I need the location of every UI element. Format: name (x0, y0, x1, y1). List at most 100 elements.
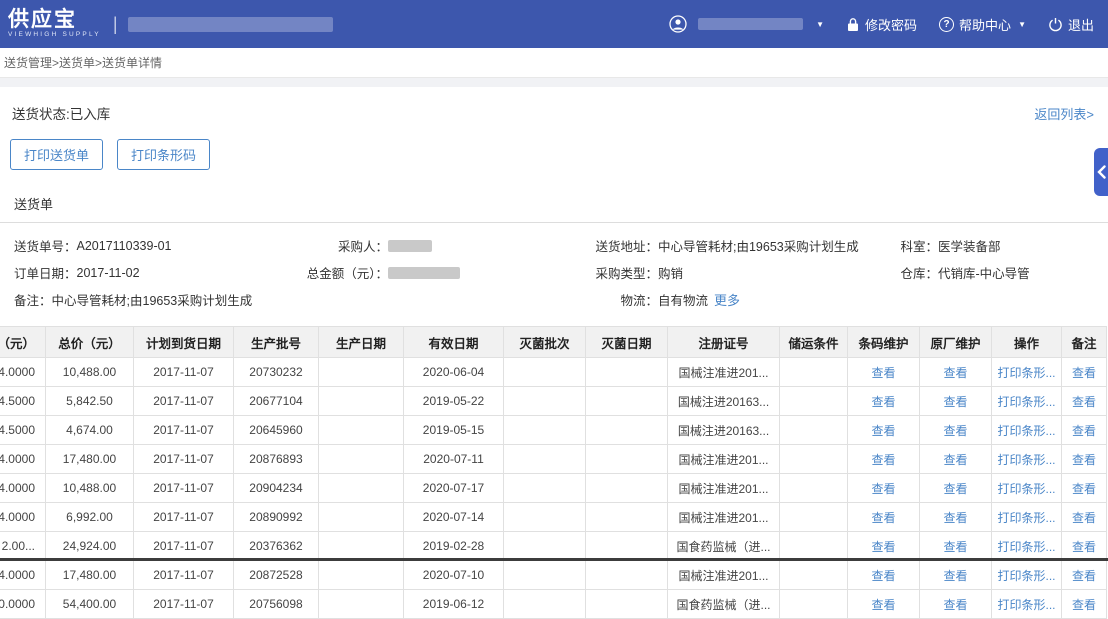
table-cell: 2017-11-07 (134, 532, 234, 561)
logo-subtext: VIEWHIGH SUPPLY (8, 32, 101, 39)
help-center-menu[interactable]: ? 帮助中心 ▼ (939, 15, 1026, 34)
table-cell (780, 445, 848, 474)
barcode-view-link[interactable]: 查看 (871, 569, 895, 583)
table-cell: 10,488.00 (46, 358, 134, 387)
barcode-view-link[interactable]: 查看 (871, 482, 895, 496)
factory-view-link[interactable]: 查看 (943, 424, 967, 438)
print-barcode-link[interactable]: 打印条形... (997, 569, 1055, 583)
remark-view-link[interactable]: 查看 (1072, 482, 1096, 496)
factory-view-link[interactable]: 查看 (943, 511, 967, 525)
change-password-label: 修改密码 (865, 15, 917, 34)
factory-view-link[interactable]: 查看 (943, 453, 967, 467)
print-delivery-note-button[interactable]: 打印送货单 (10, 139, 103, 170)
address-field: 送货地址： 中心导管耗材;由19653采购计划生成 (586, 236, 886, 255)
breadcrumb[interactable]: 送货管理>送货单>送货单详情 (4, 54, 162, 71)
empty-cell (286, 290, 586, 309)
table-cell: 打印条形... (992, 532, 1062, 561)
user-menu[interactable]: ▼ (669, 15, 824, 33)
warehouse-label: 仓库： (886, 263, 938, 282)
print-barcode-link[interactable]: 打印条形... (997, 511, 1055, 525)
table-cell: 4.5000 (0, 387, 46, 416)
print-barcode-link[interactable]: 打印条形... (997, 453, 1055, 467)
total-amount-label: 总金额（元）： (286, 263, 388, 282)
factory-view-link[interactable]: 查看 (943, 366, 967, 380)
table-row: 4.00006,992.002017-11-07208909922020-07-… (0, 503, 1107, 532)
table-cell: 查看 (1062, 503, 1107, 532)
remark-view-link[interactable]: 查看 (1072, 395, 1096, 409)
column-header: 储运条件 (780, 327, 848, 358)
change-password-button[interactable]: 修改密码 (846, 15, 917, 34)
chevron-down-icon: ▼ (1018, 20, 1026, 29)
remark-view-link[interactable]: 查看 (1072, 540, 1096, 554)
warehouse-field: 仓库： 代销库-中心导管 (886, 263, 1108, 282)
print-barcode-button[interactable]: 打印条形码 (117, 139, 210, 170)
table-cell (504, 590, 586, 619)
barcode-view-link[interactable]: 查看 (871, 424, 895, 438)
barcode-view-link[interactable]: 查看 (871, 366, 895, 380)
table-cell (319, 416, 404, 445)
factory-view-link[interactable]: 查看 (943, 598, 967, 612)
table-cell (319, 474, 404, 503)
table-cell: 4,674.00 (46, 416, 134, 445)
remark-view-link[interactable]: 查看 (1072, 453, 1096, 467)
purchaser-redacted (388, 240, 432, 252)
print-barcode-link[interactable]: 打印条形... (997, 395, 1055, 409)
remark-value: 中心导管耗材;由19653采购计划生成 (52, 290, 253, 309)
print-barcode-link[interactable]: 打印条形... (997, 540, 1055, 554)
address-label: 送货地址： (586, 236, 658, 255)
table-cell (319, 503, 404, 532)
remark-view-link[interactable]: 查看 (1072, 598, 1096, 612)
department-field: 科室： 医学装备部 (886, 236, 1108, 255)
table-cell: 打印条形... (992, 445, 1062, 474)
print-barcode-link[interactable]: 打印条形... (997, 424, 1055, 438)
table-row: 4.000017,480.002017-11-07208768932020-07… (0, 445, 1107, 474)
address-value: 中心导管耗材;由19653采购计划生成 (658, 236, 859, 255)
total-amount-field: 总金额（元）： (286, 263, 586, 282)
table-cell (586, 387, 668, 416)
table-cell: 查看 (848, 416, 920, 445)
table-cell: 打印条形... (992, 416, 1062, 445)
table-cell (780, 474, 848, 503)
column-header: 原厂维护 (920, 327, 992, 358)
table-cell (586, 590, 668, 619)
logistics-more-link[interactable]: 更多 (714, 290, 740, 309)
table-cell: 2020-07-17 (404, 474, 504, 503)
table-cell: 20730232 (234, 358, 319, 387)
factory-view-link[interactable]: 查看 (943, 482, 967, 496)
table-cell: 20376362 (234, 532, 319, 561)
remark-view-link[interactable]: 查看 (1072, 424, 1096, 438)
barcode-view-link[interactable]: 查看 (871, 453, 895, 467)
print-barcode-link[interactable]: 打印条形... (997, 366, 1055, 380)
remark-view-link[interactable]: 查看 (1072, 569, 1096, 583)
print-barcode-link[interactable]: 打印条形... (997, 482, 1055, 496)
breadcrumb-bar: 送货管理>送货单>送货单详情 (0, 48, 1108, 78)
table-cell: 查看 (920, 358, 992, 387)
table-cell: 17,480.00 (46, 445, 134, 474)
remark-view-link[interactable]: 查看 (1072, 366, 1096, 380)
remark-field: 备注： 中心导管耗材;由19653采购计划生成 (14, 290, 286, 309)
collapse-panel-toggle[interactable] (1094, 148, 1108, 196)
barcode-view-link[interactable]: 查看 (871, 540, 895, 554)
table-cell: 打印条形... (992, 503, 1062, 532)
table-cell: 20876893 (234, 445, 319, 474)
logout-button[interactable]: 退出 (1048, 15, 1094, 34)
back-to-list-link[interactable]: 返回列表> (1034, 104, 1094, 123)
table-row: 4.000017,480.002017-11-07208725282020-07… (0, 561, 1107, 590)
factory-view-link[interactable]: 查看 (943, 540, 967, 554)
table-cell (780, 358, 848, 387)
factory-view-link[interactable]: 查看 (943, 569, 967, 583)
factory-view-link[interactable]: 查看 (943, 395, 967, 409)
column-header: 条码维护 (848, 327, 920, 358)
table-cell (586, 532, 668, 561)
table-cell: 打印条形... (992, 474, 1062, 503)
barcode-view-link[interactable]: 查看 (871, 598, 895, 612)
remark-view-link[interactable]: 查看 (1072, 511, 1096, 525)
logistics-value: 自有物流 (658, 290, 708, 309)
table-cell (586, 503, 668, 532)
order-date-field: 订单日期： 2017-11-02 (14, 263, 286, 282)
table-cell: 查看 (920, 416, 992, 445)
barcode-view-link[interactable]: 查看 (871, 511, 895, 525)
print-barcode-link[interactable]: 打印条形... (997, 598, 1055, 612)
barcode-view-link[interactable]: 查看 (871, 395, 895, 409)
table-cell (504, 358, 586, 387)
